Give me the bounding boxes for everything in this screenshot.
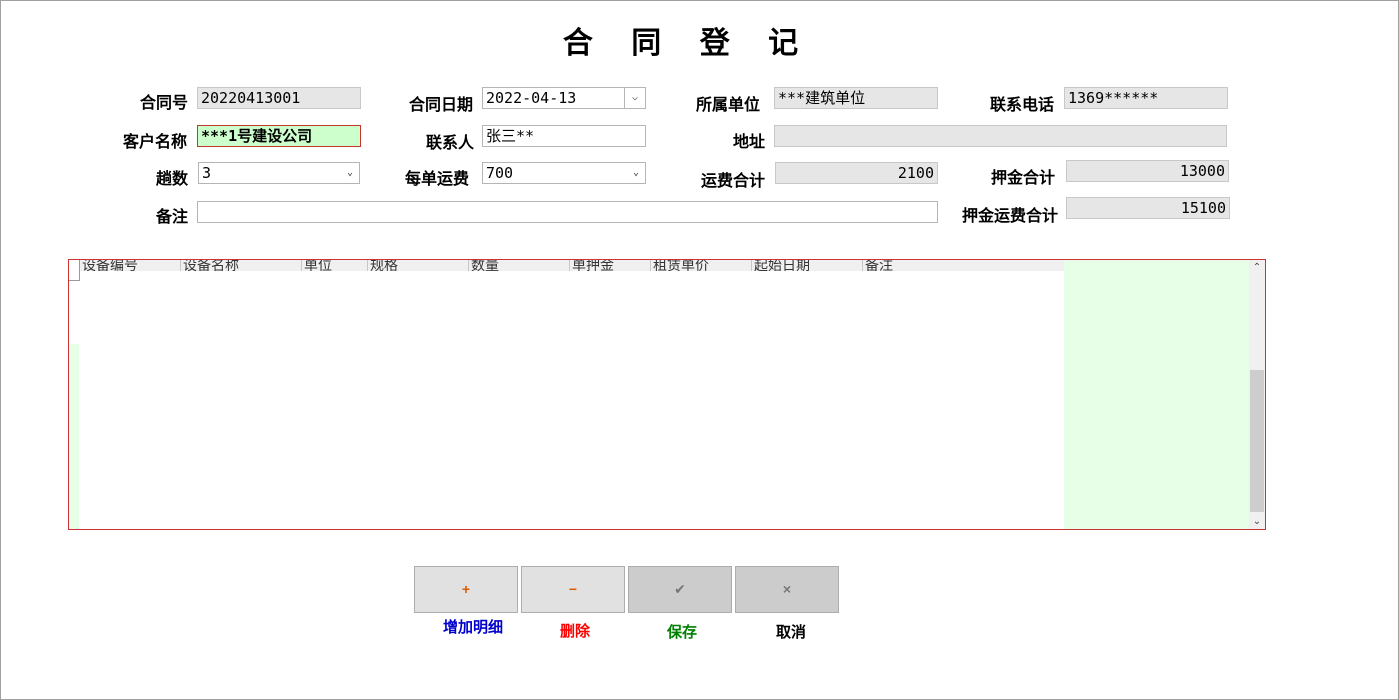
chevron-down-icon[interactable]: ⌄ — [630, 163, 642, 183]
grid-col-header[interactable]: 起始日期 — [751, 260, 810, 271]
trips-label: 趟数 — [156, 171, 189, 188]
chevron-down-icon[interactable]: ⌄ — [344, 163, 356, 183]
address-label: 地址 — [733, 134, 766, 151]
grid-col-header[interactable]: 单位 — [301, 260, 332, 271]
unit-label: 所属单位 — [696, 97, 761, 114]
contract-date-value: 2022-04-13 — [486, 89, 577, 107]
freight-total-label: 运费合计 — [701, 173, 766, 190]
page-title: 合 同 登 记 — [562, 26, 813, 61]
delete-label: 删除 — [559, 623, 590, 640]
scrollbar-thumb[interactable] — [1250, 370, 1264, 512]
deposit-freight-total-field[interactable]: 15100 — [1066, 197, 1230, 219]
check-icon: ✔ — [674, 581, 686, 597]
grid-col-header[interactable]: 备注 — [862, 260, 893, 271]
contact-field[interactable]: 张三** — [482, 125, 646, 147]
grid-header: 设备编号 设备名称 单位 规格 数量 单押金 租赁单价 起始日期 备注 — [69, 260, 1064, 271]
date-dropdown-icon[interactable]: ⌵ — [624, 88, 645, 108]
grid-col-header[interactable]: 设备编号 — [79, 260, 138, 271]
contract-date-field[interactable]: 2022-04-13 ⌵ — [482, 87, 646, 109]
close-icon: × — [782, 581, 792, 597]
add-detail-label: 增加明细 — [442, 619, 503, 636]
grid-col-header[interactable]: 租赁单价 — [650, 260, 709, 271]
save-label: 保存 — [666, 624, 697, 641]
remark-label: 备注 — [156, 209, 189, 226]
deposit-freight-total-label: 押金运费合计 — [962, 208, 1059, 225]
trips-select[interactable]: 3 ⌄ — [198, 162, 360, 184]
grid-col-header[interactable]: 设备名称 — [180, 260, 239, 271]
delete-button[interactable]: − — [521, 566, 625, 613]
deposit-total-field[interactable]: 13000 — [1066, 160, 1229, 182]
plus-icon: + — [461, 581, 471, 597]
contract-date-label: 合同日期 — [409, 97, 474, 114]
grid-vertical-scrollbar[interactable]: ⌃ ⌄ — [1249, 260, 1265, 529]
trips-value: 3 — [202, 164, 212, 182]
contract-no-field[interactable]: 20220413001 — [197, 87, 361, 109]
contact-label: 联系人 — [426, 135, 475, 152]
grid-col-header[interactable]: 单押金 — [569, 260, 614, 271]
address-field[interactable] — [774, 125, 1227, 147]
minus-icon: − — [568, 581, 578, 597]
freight-total-field[interactable]: 2100 — [775, 162, 938, 184]
grid-col-header[interactable]: 规格 — [367, 260, 398, 271]
chevron-up-icon[interactable]: ⌃ — [1249, 260, 1265, 276]
grid-corner-cell[interactable] — [69, 260, 80, 281]
customer-field[interactable]: ***1号建设公司 — [197, 125, 361, 147]
unit-field[interactable]: ***建筑单位 — [774, 87, 938, 109]
grid-empty-area — [1064, 260, 1250, 529]
remark-field[interactable] — [197, 201, 938, 223]
phone-label: 联系电话 — [990, 97, 1055, 114]
cancel-button[interactable]: × — [735, 566, 839, 613]
freight-each-value: 700 — [486, 164, 514, 182]
freight-each-label: 每单运费 — [405, 171, 470, 188]
customer-label: 客户名称 — [123, 134, 188, 151]
grid-col-header[interactable]: 数量 — [468, 260, 499, 271]
chevron-down-icon[interactable]: ⌄ — [1249, 514, 1265, 529]
grid-row-indicator — [69, 344, 79, 529]
contract-no-label: 合同号 — [140, 95, 189, 112]
detail-grid[interactable]: 设备编号 设备名称 单位 规格 数量 单押金 租赁单价 起始日期 备注 ⌃ ⌄ — [68, 259, 1266, 530]
cancel-label: 取消 — [775, 624, 806, 641]
add-detail-button[interactable]: + — [414, 566, 518, 613]
save-button[interactable]: ✔ — [628, 566, 732, 613]
freight-each-select[interactable]: 700 ⌄ — [482, 162, 646, 184]
deposit-total-label: 押金合计 — [991, 170, 1056, 187]
phone-field[interactable]: 1369****** — [1064, 87, 1228, 109]
